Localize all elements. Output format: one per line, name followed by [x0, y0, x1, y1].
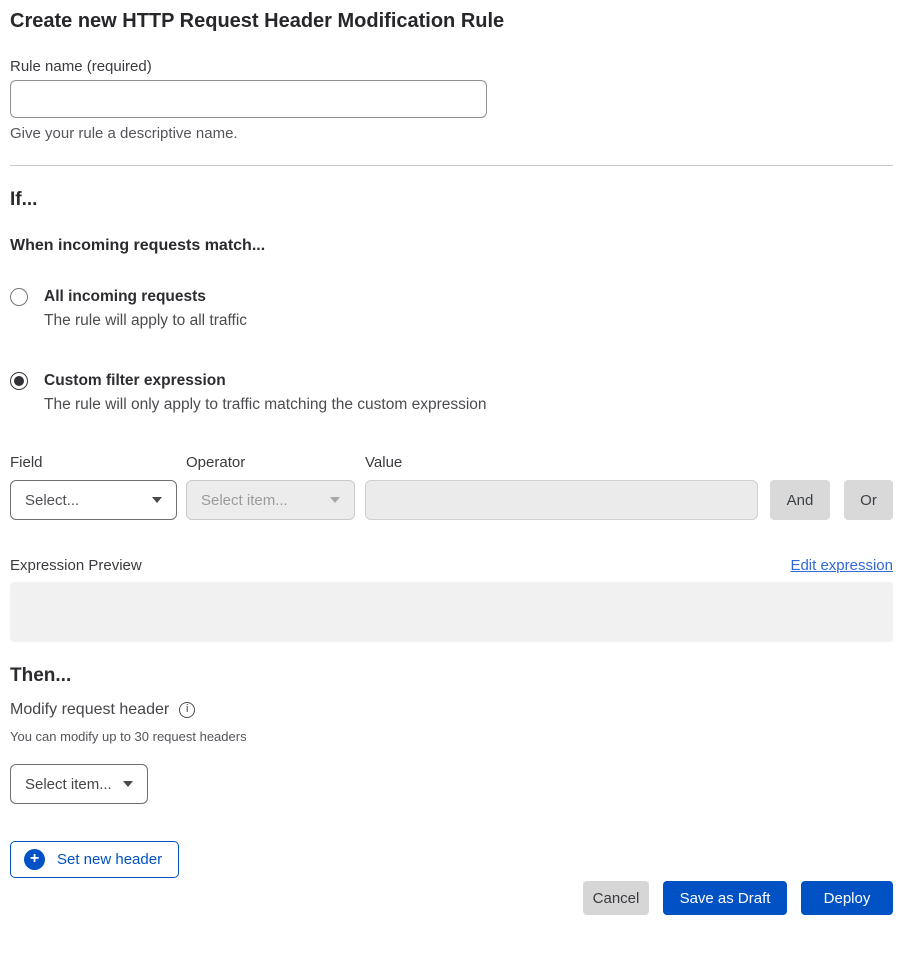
save-as-draft-button[interactable]: Save as Draft — [663, 881, 787, 915]
expression-preview-header: Expression Preview Edit expression — [10, 556, 893, 575]
field-select-value: Select... — [25, 492, 79, 509]
chevron-down-icon — [123, 781, 133, 787]
field-label: Field — [10, 453, 186, 472]
chevron-down-icon — [152, 497, 162, 503]
modify-header-label: Modify request header — [10, 699, 169, 720]
radio-selected-icon[interactable] — [10, 372, 28, 390]
radio-option-all-requests[interactable]: All incoming requests The rule will appl… — [10, 287, 893, 331]
info-icon[interactable]: i — [179, 702, 195, 718]
radio-label-custom-expression: Custom filter expression — [44, 371, 487, 391]
expression-builder-labels: Field Operator Value — [10, 453, 893, 472]
then-heading: Then... — [10, 664, 893, 688]
value-label: Value — [365, 453, 402, 472]
header-item-select-value: Select item... — [25, 776, 112, 793]
radio-label-all-requests: All incoming requests — [44, 287, 247, 307]
section-divider — [10, 165, 893, 166]
radio-desc-all-requests: The rule will apply to all traffic — [44, 311, 247, 331]
if-heading: If... — [10, 188, 893, 212]
expression-builder-row: Select... Select item... And Or — [10, 480, 893, 520]
radio-desc-custom-expression: The rule will only apply to traffic matc… — [44, 395, 487, 415]
modify-header-row: Modify request header i — [10, 699, 893, 720]
radio-unselected-icon[interactable] — [10, 288, 28, 306]
radio-option-texts: Custom filter expression The rule will o… — [44, 371, 487, 415]
operator-select-value: Select item... — [201, 492, 288, 509]
radio-option-texts: All incoming requests The rule will appl… — [44, 287, 247, 331]
modify-header-help: You can modify up to 30 request headers — [10, 728, 893, 745]
deploy-button[interactable]: Deploy — [801, 881, 893, 915]
rule-name-input[interactable] — [10, 80, 487, 118]
cancel-button[interactable]: Cancel — [583, 881, 649, 915]
operator-label: Operator — [186, 453, 365, 472]
rule-name-help: Give your rule a descriptive name. — [10, 124, 893, 143]
field-select[interactable]: Select... — [10, 480, 177, 520]
operator-select-disabled[interactable]: Select item... — [186, 480, 355, 520]
and-button[interactable]: And — [770, 480, 830, 520]
expression-preview-box — [10, 582, 893, 642]
create-rule-form: Create new HTTP Request Header Modificat… — [0, 0, 899, 915]
header-item-select[interactable]: Select item... — [10, 764, 148, 804]
form-footer: Cancel Save as Draft Deploy — [10, 881, 893, 915]
value-input-disabled[interactable] — [365, 480, 758, 520]
radio-option-custom-expression[interactable]: Custom filter expression The rule will o… — [10, 371, 893, 415]
chevron-down-icon — [330, 497, 340, 503]
plus-icon: + — [24, 849, 45, 870]
set-new-header-button[interactable]: + Set new header — [10, 841, 179, 878]
page-title: Create new HTTP Request Header Modificat… — [10, 8, 893, 34]
rule-name-label: Rule name (required) — [10, 57, 893, 76]
match-subheading: When incoming requests match... — [10, 235, 893, 256]
set-new-header-label: Set new header — [57, 851, 162, 868]
or-button[interactable]: Or — [844, 480, 893, 520]
expression-preview-label: Expression Preview — [10, 556, 142, 575]
edit-expression-link[interactable]: Edit expression — [790, 556, 893, 575]
